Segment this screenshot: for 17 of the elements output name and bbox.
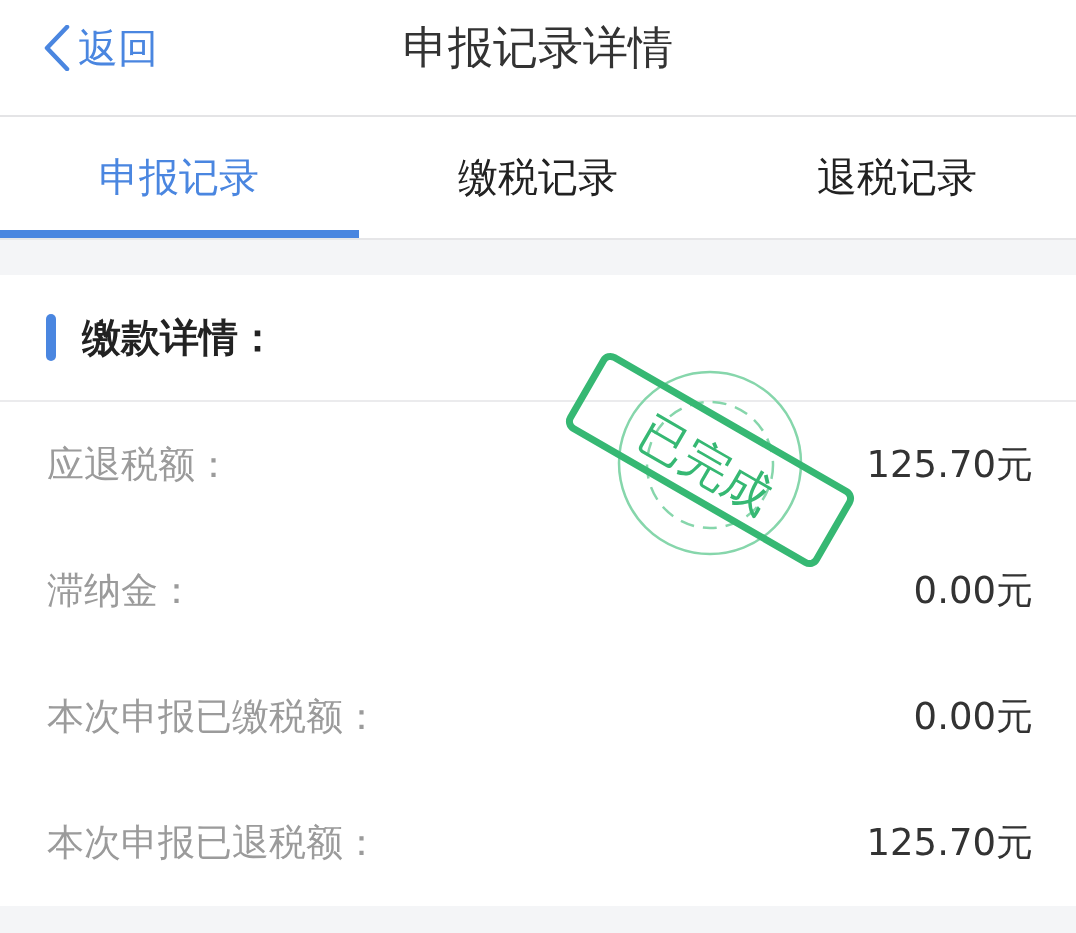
back-button[interactable]: 返回 bbox=[44, 24, 158, 72]
page-title: 申报记录详情 bbox=[403, 24, 673, 72]
tab[interactable]: 申报记录 bbox=[0, 117, 359, 238]
back-chevron-icon bbox=[44, 25, 70, 71]
field-label: 滞纳金： bbox=[47, 568, 195, 614]
accent-bar-icon bbox=[46, 314, 56, 361]
field-value: 0.00元 bbox=[913, 568, 1033, 614]
field-value: 125.70元 bbox=[866, 442, 1033, 488]
tab[interactable]: 缴税记录 bbox=[358, 117, 718, 238]
field-value: 0.00元 bbox=[913, 694, 1033, 740]
field-label: 应退税额： bbox=[47, 442, 232, 488]
field-value: 125.70元 bbox=[866, 820, 1033, 866]
stamp-text: 已完成 bbox=[631, 407, 781, 521]
tab[interactable]: 退税记录 bbox=[717, 117, 1076, 238]
section-title: 缴款详情： bbox=[82, 313, 277, 362]
field-label: 本次申报已退税额： bbox=[47, 820, 380, 866]
field-label: 本次申报已缴税额： bbox=[47, 694, 380, 740]
